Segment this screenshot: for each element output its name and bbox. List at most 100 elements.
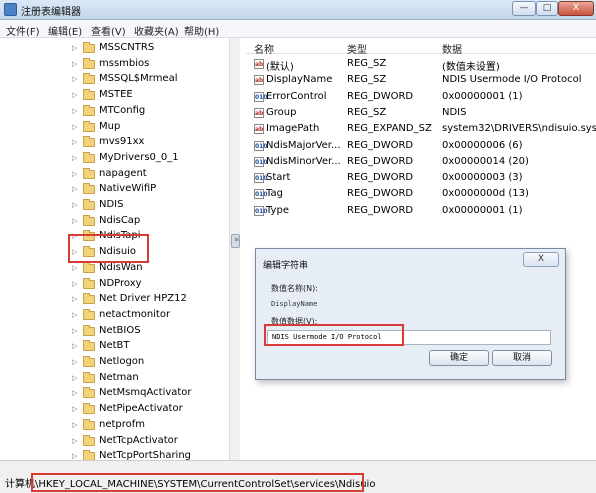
menu-edit[interactable]: 编辑(E): [48, 23, 82, 38]
tree-item[interactable]: ▷ NetMsmqActivator: [0, 386, 230, 402]
expand-arrow-icon[interactable]: ▷: [72, 452, 77, 460]
expand-arrow-icon[interactable]: ▷: [72, 389, 77, 397]
close-button[interactable]: X: [558, 1, 594, 16]
expand-arrow-icon[interactable]: ▷: [72, 437, 77, 445]
tree-item[interactable]: ▷ NativeWifiP: [0, 182, 230, 198]
value-row[interactable]: 010 Start REG_DWORD 0x00000003 (3): [246, 170, 596, 186]
tree-item[interactable]: ▷ MSSCNTRS: [0, 41, 230, 57]
tree-item[interactable]: ▷ Ndisuio: [0, 245, 230, 261]
column-name[interactable]: 名称: [254, 41, 274, 56]
expand-arrow-icon[interactable]: ▷: [72, 248, 77, 256]
tree-item[interactable]: ▷ NetTcpPortSharing: [0, 449, 230, 460]
tree-item[interactable]: ▷ netprofm: [0, 418, 230, 434]
registry-tree: ▷ MSSCNTRS ▷ mssmbios ▷ MSSQL$Mrmeal ▷ MSTEE ▷ MT…: [0, 38, 240, 460]
expand-arrow-icon[interactable]: ▷: [72, 327, 77, 335]
tree-item[interactable]: ▷ mssmbios: [0, 57, 230, 73]
value-row[interactable]: ab ImagePath REG_EXPAND_SZ system32\DRIVERS…: [246, 121, 596, 137]
folder-icon: [83, 324, 95, 336]
tree-item-label: Netlogon: [99, 356, 145, 367]
tree-item-label: Net Driver HPZ12: [99, 293, 187, 305]
expand-arrow-icon[interactable]: ▷: [72, 91, 77, 99]
expand-arrow-icon[interactable]: ▷: [72, 201, 77, 209]
tree-item[interactable]: ▷ NetBIOS: [0, 324, 230, 340]
folder-icon: [83, 340, 95, 352]
tree-item[interactable]: ▷ MTConfig: [0, 104, 230, 120]
tree-item[interactable]: ▷ NdisTapi: [0, 229, 230, 245]
menu-help[interactable]: 帮助(H): [184, 23, 219, 38]
scrollbar-thumb[interactable]: ≡: [231, 234, 240, 248]
menu-view[interactable]: 查看(V): [91, 23, 126, 38]
value-data: (数值未设置): [442, 62, 500, 73]
expand-arrow-icon[interactable]: ▷: [72, 60, 77, 68]
value-type: REG_SZ: [347, 74, 387, 86]
expand-arrow-icon[interactable]: ▷: [72, 421, 77, 429]
ok-button[interactable]: 确定: [429, 350, 489, 366]
value-data: 0x00000014 (20): [442, 155, 529, 167]
expand-arrow-icon[interactable]: ▷: [72, 232, 77, 240]
expand-arrow-icon[interactable]: ▷: [72, 107, 77, 115]
expand-arrow-icon[interactable]: ▷: [72, 138, 77, 146]
value-row[interactable]: 010 ErrorControl REG_DWORD 0x00000001 (1): [246, 89, 596, 105]
expand-arrow-icon[interactable]: ▷: [72, 75, 77, 83]
expand-arrow-icon[interactable]: ▷: [72, 374, 77, 382]
tree-item[interactable]: ▷ MyDrivers0_0_1: [0, 151, 230, 167]
value-row[interactable]: 010 Tag REG_DWORD 0x0000000d (13): [246, 186, 596, 202]
expand-arrow-icon[interactable]: ▷: [72, 154, 77, 162]
expand-arrow-icon[interactable]: ▷: [72, 358, 77, 366]
binary-value-icon: 010: [254, 189, 268, 200]
tree-item[interactable]: ▷ NdisWan: [0, 261, 230, 277]
status-bar: 计算机\HKEY_LOCAL_MACHINE\SYSTEM\CurrentCon…: [0, 460, 596, 493]
menu-bar: 文件(F) 编辑(E) 查看(V) 收藏夹(A) 帮助(H): [0, 20, 596, 38]
expand-arrow-icon[interactable]: ▷: [72, 264, 77, 272]
tree-item[interactable]: ▷ NDProxy: [0, 277, 230, 293]
tree-item-label: NetMsmqActivator: [99, 387, 192, 399]
expand-arrow-icon[interactable]: ▷: [72, 295, 77, 303]
tree-item[interactable]: ▷ NetPipeActivator: [0, 402, 230, 418]
tree-scrollbar[interactable]: ≡: [229, 38, 240, 460]
value-row[interactable]: 010 Type REG_DWORD 0x00000001 (1): [246, 203, 596, 219]
column-data[interactable]: 数据: [442, 41, 462, 56]
tree-item-label: netactmonitor: [99, 308, 171, 320]
tree-item[interactable]: ▷ Netman: [0, 371, 230, 387]
value-row[interactable]: ab Group REG_SZ NDIS: [246, 105, 596, 121]
value-data-input[interactable]: NDIS Usermode I/O Protocol: [267, 330, 551, 345]
menu-favorites[interactable]: 收藏夹(A): [134, 23, 179, 38]
value-row[interactable]: 010 NdisMajorVer... REG_DWORD 0x00000006 (6…: [246, 138, 596, 154]
expand-arrow-icon[interactable]: ▷: [72, 44, 77, 52]
tree-item[interactable]: ▷ NetTcpActivator: [0, 434, 230, 450]
string-value-icon: ab: [254, 59, 264, 69]
tree-item-label: NetTcpPortSharing: [99, 450, 192, 460]
cancel-button[interactable]: 取消: [492, 350, 552, 366]
value-row[interactable]: ab DisplayName REG_SZ NDIS Usermode I/O Pro…: [246, 72, 596, 88]
tree-item[interactable]: ▷ mvs91xx: [0, 135, 230, 151]
minimize-button[interactable]: —: [512, 1, 536, 16]
expand-arrow-icon[interactable]: ▷: [72, 123, 77, 131]
column-type[interactable]: 类型: [347, 41, 367, 56]
tree-item[interactable]: ▷ MSSQL$Mrmeal: [0, 72, 230, 88]
menu-file[interactable]: 文件(F): [6, 23, 40, 38]
tree-item[interactable]: ▷ napagent: [0, 167, 230, 183]
tree-item[interactable]: ▷ Mup: [0, 120, 230, 136]
tree-item[interactable]: ▷ Net Driver HPZ12: [0, 292, 230, 308]
tree-item[interactable]: ▷ NdisCap: [0, 214, 230, 230]
expand-arrow-icon[interactable]: ▷: [72, 405, 77, 413]
expand-arrow-icon[interactable]: ▷: [72, 280, 77, 288]
maximize-button[interactable]: □: [536, 1, 558, 16]
value-row[interactable]: ab (默认) REG_SZ (数值未设置): [246, 56, 596, 73]
tree-item[interactable]: ▷ Netlogon: [0, 355, 230, 371]
expand-arrow-icon[interactable]: ▷: [72, 311, 77, 319]
tree-item-label: mssmbios: [99, 57, 150, 69]
expand-arrow-icon[interactable]: ▷: [72, 185, 77, 193]
expand-arrow-icon[interactable]: ▷: [72, 170, 77, 178]
folder-icon: [83, 104, 95, 116]
binary-value-icon: 010: [254, 156, 268, 167]
expand-arrow-icon[interactable]: ▷: [72, 342, 77, 350]
dialog-close-button[interactable]: X: [523, 252, 559, 267]
tree-item[interactable]: ▷ netactmonitor: [0, 308, 230, 324]
value-type: REG_DWORD: [347, 90, 414, 102]
value-row[interactable]: 010 NdisMinorVer... REG_DWORD 0x00000014 (2…: [246, 154, 596, 170]
expand-arrow-icon[interactable]: ▷: [72, 217, 77, 225]
tree-item[interactable]: ▷ NDIS: [0, 198, 230, 214]
tree-item[interactable]: ▷ NetBT: [0, 339, 230, 355]
tree-item[interactable]: ▷ MSTEE: [0, 88, 230, 104]
